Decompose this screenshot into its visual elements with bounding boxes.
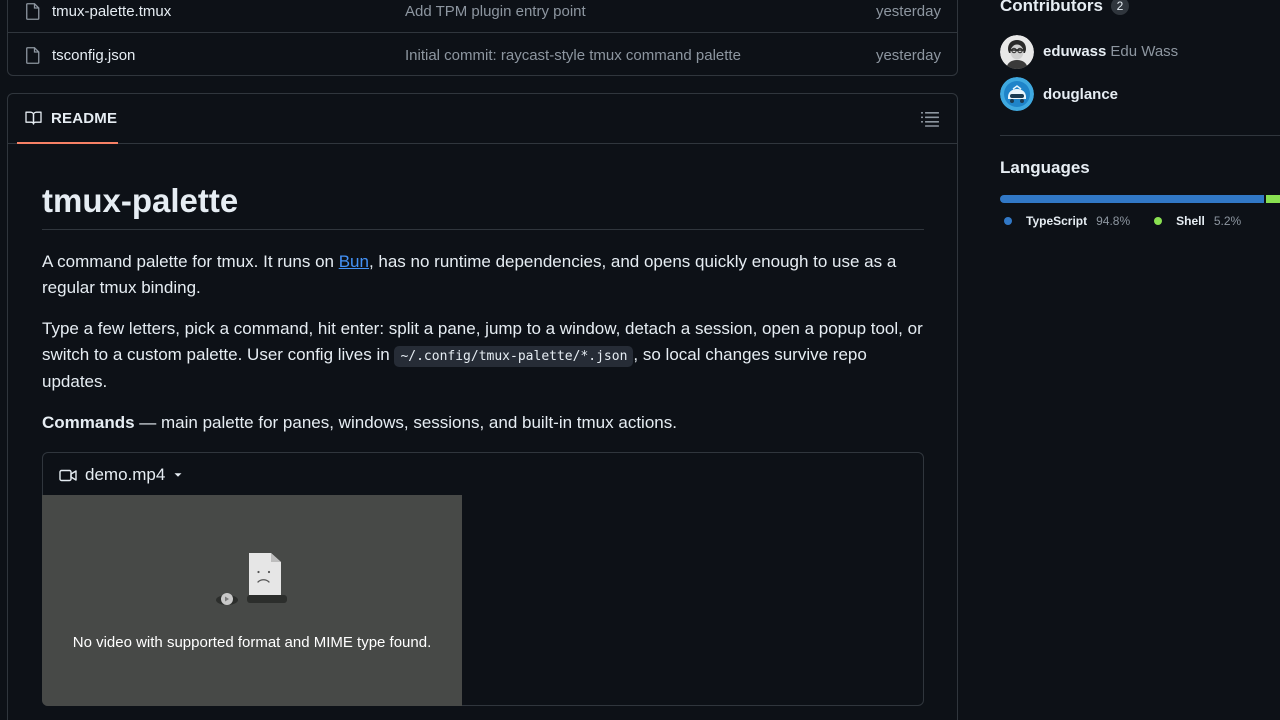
readme-tab-label: README	[51, 109, 118, 127]
usage-paragraph: Type a few letters, pick a command, hit …	[42, 319, 923, 391]
table-of-contents-icon[interactable]	[921, 111, 939, 127]
caret-down-icon	[174, 473, 182, 477]
readme-tab[interactable]: README	[17, 94, 118, 144]
bun-link[interactable]: Bun	[339, 252, 369, 271]
video-title: demo.mp4	[85, 465, 166, 484]
language-item-shell[interactable]: Shell 5.2%	[1154, 214, 1241, 228]
contributors-heading[interactable]: Contributors 2	[1000, 0, 1129, 16]
file-row[interactable]: tmux-palette.tmux Add TPM plugin entry p…	[8, 0, 957, 33]
language-bar	[1000, 195, 1280, 203]
config-path-code: ~/.config/tmux-palette/*.json	[394, 345, 634, 367]
languages-heading: Languages	[1000, 158, 1090, 177]
file-icon	[26, 2, 40, 20]
video-details: demo.mp4 No video with supported format …	[42, 452, 924, 706]
file-table: tmux-palette.tmux Add TPM plugin entry p…	[7, 0, 958, 76]
language-item-typescript[interactable]: TypeScript 94.8%	[1004, 214, 1130, 228]
readme-header: README	[8, 94, 957, 144]
file-name-link[interactable]: tmux-palette.tmux	[52, 3, 171, 20]
book-icon	[25, 111, 42, 125]
commands-paragraph: Commands — main palette for panes, windo…	[42, 413, 677, 432]
commit-date: yesterday	[875, 47, 941, 64]
video-icon	[59, 469, 77, 481]
file-name-link[interactable]: tsconfig.json	[52, 47, 135, 64]
readme-title: tmux-palette	[42, 182, 924, 230]
avatar	[1000, 35, 1034, 69]
video-error-message: No video with supported format and MIME …	[72, 634, 432, 651]
broken-video-icon	[216, 553, 287, 605]
contributor-login[interactable]: douglance	[1043, 86, 1118, 103]
contributor-item[interactable]: eduwass Edu Wass	[1000, 35, 1178, 69]
file-row[interactable]: tsconfig.json Initial commit: raycast-st…	[8, 34, 957, 77]
sidebar-divider	[1000, 135, 1280, 136]
typescript-dot-icon	[1004, 217, 1012, 225]
contributor-name: Edu Wass	[1110, 43, 1179, 60]
readme-panel: README tmux-palette A command palette fo…	[7, 93, 958, 720]
contributors-count-badge: 2	[1110, 0, 1129, 15]
video-player[interactable]: No video with supported format and MIME …	[42, 495, 462, 706]
contributor-login[interactable]: eduwass	[1043, 43, 1106, 60]
shell-dot-icon	[1154, 217, 1163, 225]
intro-paragraph: A command palette for tmux. It runs on B…	[42, 252, 897, 297]
video-summary-toggle[interactable]: demo.mp4	[59, 465, 183, 485]
commit-message-link[interactable]: Add TPM plugin entry point	[405, 3, 586, 20]
language-legend: TypeScript 94.8% Shell 5.2%	[1004, 214, 1241, 228]
commit-message-link[interactable]: Initial commit: raycast-style tmux comma…	[405, 47, 741, 64]
language-bar-segment-typescript[interactable]	[1000, 195, 1264, 203]
avatar	[1000, 77, 1034, 111]
contributor-item[interactable]: douglance	[1000, 77, 1118, 111]
commit-date: yesterday	[875, 2, 941, 20]
file-icon	[26, 47, 40, 64]
language-bar-segment-shell[interactable]	[1265, 195, 1280, 203]
